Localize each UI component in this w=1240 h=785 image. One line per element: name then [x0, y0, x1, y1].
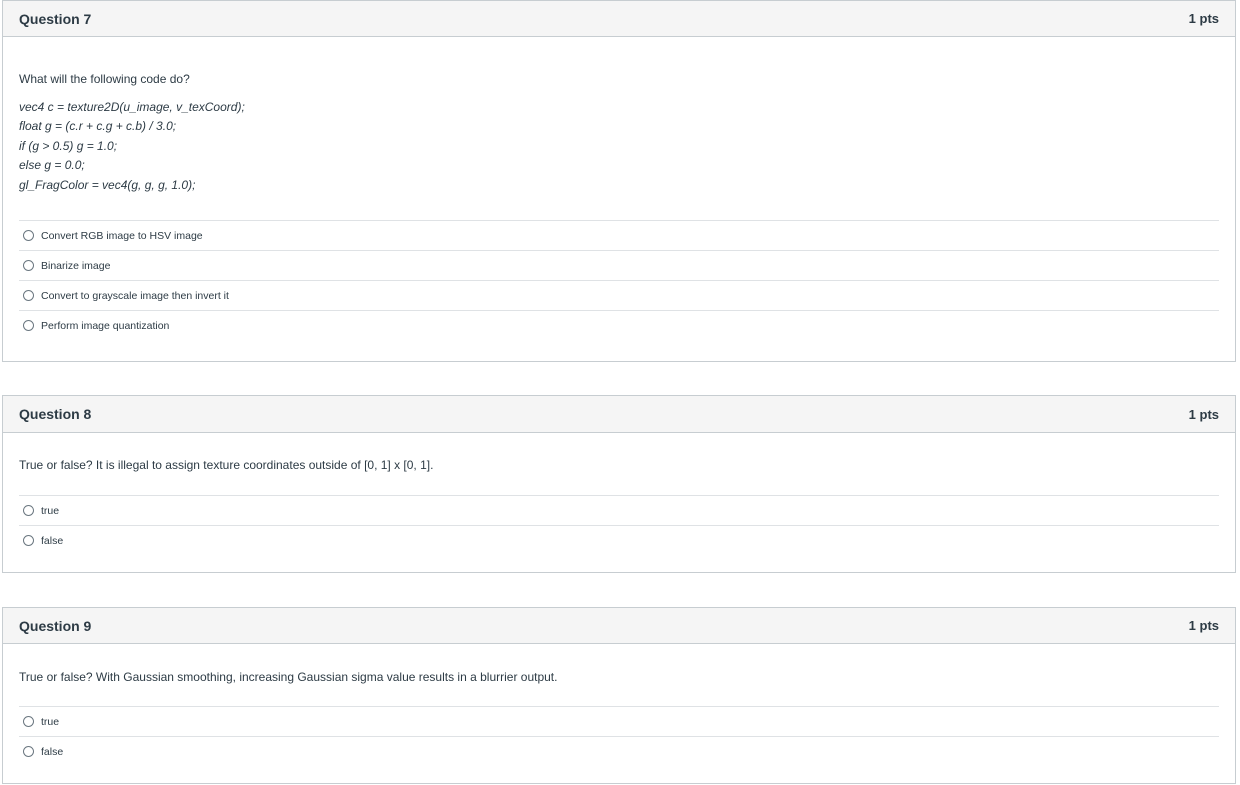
radio-button-icon[interactable]	[23, 505, 34, 516]
question-9: Question 9 1 pts True or false? With Gau…	[2, 607, 1236, 784]
question-prompt: What will the following code do?	[19, 72, 190, 86]
answer-label: Convert RGB image to HSV image	[41, 229, 203, 242]
question-title: Question 7	[19, 10, 92, 27]
answer-label: true	[41, 715, 60, 728]
answer-option[interactable]: false	[19, 525, 1219, 555]
radio-button-icon[interactable]	[23, 320, 34, 332]
radio-button-icon[interactable]	[23, 746, 34, 757]
answer-list: true false	[19, 495, 1219, 555]
answer-option[interactable]: true	[19, 495, 1219, 525]
answer-option[interactable]: Perform image quantization	[19, 310, 1219, 340]
code-block: vec4 c = texture2D(u_image, v_texCoord);…	[19, 98, 1219, 195]
answer-list: Convert RGB image to HSV image Binarize …	[19, 220, 1219, 340]
answer-label: Convert to grayscale image then invert i…	[41, 289, 229, 302]
question-points: 1 pts	[1188, 406, 1219, 422]
question-points: 1 pts	[1188, 11, 1219, 26]
question-7: Question 7 1 pts What will the following…	[2, 0, 1236, 362]
question-body: True or false? It is illegal to assign t…	[3, 458, 1235, 555]
radio-button-icon[interactable]	[23, 716, 34, 727]
answer-option[interactable]: Binarize image	[19, 250, 1219, 280]
question-title: Question 9	[19, 617, 92, 634]
answer-option[interactable]: false	[19, 736, 1219, 766]
question-8: Question 8 1 pts True or false? It is il…	[2, 395, 1236, 573]
question-header: Question 8 1 pts	[3, 396, 1235, 433]
radio-button-icon[interactable]	[23, 535, 34, 546]
code-line: if (g > 0.5) g = 1.0;	[19, 138, 118, 153]
answer-label: true	[41, 504, 60, 517]
code-line: gl_FragColor = vec4(g, g, g, 1.0);	[19, 177, 196, 192]
radio-button-icon[interactable]	[23, 230, 34, 242]
question-header: Question 9 1 pts	[3, 608, 1235, 644]
answer-label: Binarize image	[41, 259, 111, 272]
question-header: Question 7 1 pts	[3, 1, 1235, 37]
answer-option[interactable]: true	[19, 706, 1219, 736]
question-points: 1 pts	[1188, 618, 1219, 633]
code-line: vec4 c = texture2D(u_image, v_texCoord);	[19, 100, 245, 114]
question-prompt: True or false? With Gaussian smoothing, …	[19, 670, 558, 684]
answer-list: true false	[19, 706, 1219, 766]
radio-button-icon[interactable]	[23, 260, 34, 272]
code-line: float g = (c.r + c.g + c.b) / 3.0;	[19, 119, 177, 134]
question-title: Question 8	[19, 406, 92, 422]
answer-option[interactable]: Convert to grayscale image then invert i…	[19, 280, 1219, 310]
question-body: True or false? With Gaussian smoothing, …	[3, 670, 1235, 766]
question-body: What will the following code do? vec4 c …	[3, 72, 1235, 340]
answer-label: false	[41, 534, 64, 547]
answer-label: Perform image quantization	[41, 319, 170, 332]
answer-option[interactable]: Convert RGB image to HSV image	[19, 220, 1219, 250]
code-line: else g = 0.0;	[19, 158, 85, 173]
radio-button-icon[interactable]	[23, 290, 34, 302]
answer-label: false	[41, 745, 64, 758]
question-prompt: True or false? It is illegal to assign t…	[19, 458, 434, 472]
